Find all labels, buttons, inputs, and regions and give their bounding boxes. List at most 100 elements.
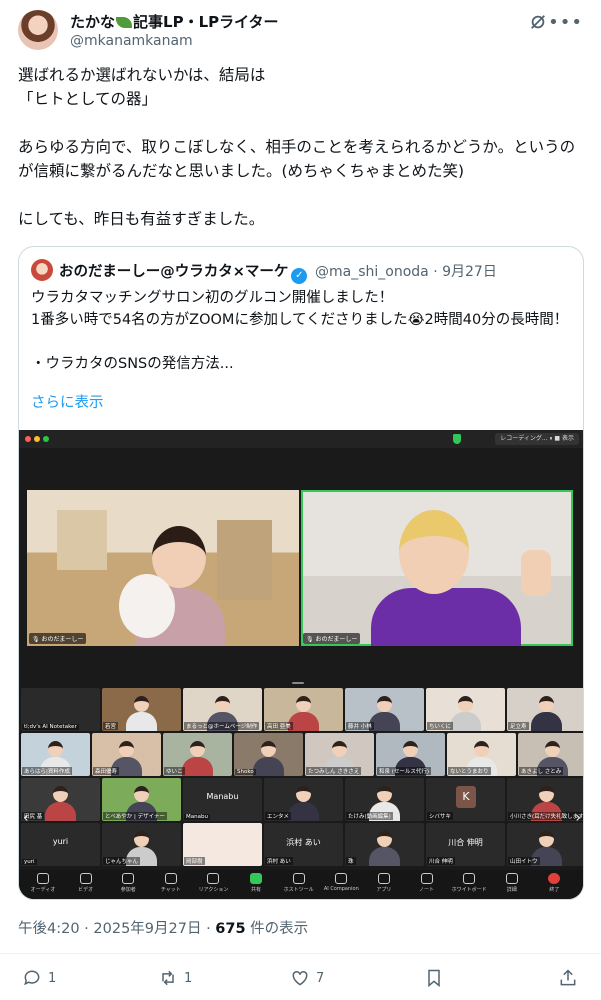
shelf-decoration [57, 510, 107, 570]
reply-count: 1 [48, 970, 57, 986]
toolbar-label: 終了 [549, 887, 560, 893]
toolbar-item[interactable]: 参加者 [110, 873, 146, 893]
participant-tile[interactable]: 足立寿 [507, 688, 583, 731]
zoom-screenshot[interactable]: レコーディング... ⏸ ■ 表示 🎙 おのだまーしー 🎙 おのだまーしー tl… [19, 430, 583, 899]
participant-label: 藤井 小林 [346, 722, 374, 730]
reply-icon [24, 970, 40, 986]
reply-button[interactable]: 1 [22, 964, 56, 992]
quote-line2: 1番多い時で54名の方がZOOMに参加してくださりました😭2時間40分の長時間！ [31, 312, 569, 328]
toolbar-item[interactable]: AI Companion [323, 873, 359, 892]
participant-body [530, 712, 562, 731]
like-button[interactable]: 7 [290, 964, 324, 992]
participant-tile[interactable]: 山田イトウ [507, 823, 583, 866]
participant-tile[interactable]: ちいくに [426, 688, 505, 731]
toolbar-item[interactable]: ノート [409, 873, 445, 893]
repost-button[interactable]: 1 [158, 964, 192, 992]
recording-indicator: レコーディング... ⏸ ■ 表示 [495, 433, 579, 445]
participant-tile[interactable]: 藤井 小林 [345, 688, 424, 731]
participant-name: 浜村 あい [286, 838, 321, 847]
resize-handle[interactable] [292, 682, 304, 684]
participant-tile[interactable]: とべあやか | デザイナー [102, 778, 181, 821]
participant-face [133, 786, 149, 802]
participant-tile[interactable]: ゆいこ [163, 733, 232, 776]
participant-tile[interactable]: 小川さき(耳だけ失礼致します) [507, 778, 583, 821]
toolbar-item[interactable]: 詳細 [494, 873, 530, 893]
speaker-1-label: 🎙 おのだまーしー [29, 633, 87, 644]
participant-tile[interactable]: あらはら|資料作成 [21, 733, 90, 776]
participant-tile[interactable]: 若宮 [102, 688, 181, 731]
toolbar-item[interactable]: ビデオ [68, 873, 104, 893]
toolbar-label: ホワイトボード [451, 887, 487, 893]
participant-tile[interactable]: 高田 亜美 [264, 688, 343, 731]
participant-tile[interactable]: エンタメ [264, 778, 343, 821]
participant-tile[interactable]: たけみ(動画編集) [345, 778, 424, 821]
participant-label: 川合 伸明 [427, 857, 455, 865]
divider [0, 953, 601, 954]
tweet-timestamp[interactable]: 午後4:20 · 2025年9月27日 · [18, 921, 215, 937]
tweet-header: たかな 記事LP・LPライター @mkanamkanam ••• [18, 10, 587, 54]
participant-tile[interactable]: 森田優寿 [92, 733, 161, 776]
participant-tile[interactable]: tl;dv's AI Notetaker [21, 688, 100, 731]
participant-tile[interactable]: Manabu Manabu [183, 778, 262, 821]
more-icon[interactable]: ••• [548, 12, 583, 33]
toolbar-icon [505, 873, 518, 884]
close-dot-icon [25, 436, 31, 442]
participant-tile[interactable]: 川合 伸明 川合 伸明 [426, 823, 505, 866]
share-button[interactable] [558, 964, 584, 992]
participant-tile[interactable]: まるっと@ホームページ制作 [183, 688, 262, 731]
participant-face [538, 831, 554, 847]
author-handle[interactable]: @mkanamkanam [70, 33, 193, 49]
toolbar-label: ビデオ [78, 887, 94, 893]
toolbar-item[interactable]: リアクション [195, 873, 231, 893]
toolbar-item[interactable]: アプリ [366, 873, 402, 893]
participant-tile[interactable]: 和泉 (セールス代行) [376, 733, 445, 776]
participant-tile[interactable]: Shoko [234, 733, 303, 776]
participant-label: あらはら|資料作成 [22, 767, 72, 775]
participant-body [181, 757, 213, 776]
participant-label: 森田優寿 [93, 767, 120, 775]
chevron-left-icon[interactable]: ‹ [23, 810, 29, 826]
participant-label: Shoko [235, 769, 256, 775]
participant-tile[interactable]: K シバサキ [426, 778, 505, 821]
participant-body [368, 847, 400, 866]
participant-tile[interactable]: yuri yuri [21, 823, 100, 866]
toolbar-item[interactable]: チャット [153, 873, 189, 893]
shelf-decoration [217, 520, 272, 600]
tweet-paragraph2: あらゆる方向で、取りこぼしなく、相手のことを考えられるかどうか。というのが信頼に… [18, 138, 576, 180]
author-avatar[interactable] [18, 10, 58, 50]
author-name[interactable]: たかな 記事LP・LPライター [70, 11, 279, 32]
toolbar-label: アプリ [376, 887, 392, 893]
participant-face [133, 696, 149, 712]
toolbar-item[interactable]: 終了 [536, 873, 572, 893]
bookmark-button[interactable] [424, 964, 450, 992]
participant-tile[interactable]: 珠 [345, 823, 424, 866]
grok-icon[interactable] [529, 13, 547, 31]
participant-face [214, 696, 230, 712]
participant-face [538, 786, 554, 802]
participant-label: Manabu [184, 814, 210, 820]
quoted-tweet[interactable]: おのだまーしー@ウラカタ×マーケ ✓ @ma_shi_onoda · 9月27日 … [18, 246, 584, 900]
toolbar-label: 共有 [251, 887, 262, 893]
view-count: 675 [215, 921, 246, 937]
toolbar-item[interactable]: 共有 [238, 873, 274, 893]
participant-tile[interactable]: 岡部樹 [183, 823, 262, 866]
participant-tile[interactable]: ないとうまおり [447, 733, 516, 776]
toolbar-item[interactable]: ホストツール [281, 873, 317, 893]
speaker-video-2: 🎙 おのだまーしー [301, 490, 573, 646]
participant-label: じゃんちゃん [103, 857, 141, 865]
participant-tile[interactable]: たつみしん さきさえ [305, 733, 374, 776]
participant-tile[interactable]: 田尻 基 [21, 778, 100, 821]
show-more-link[interactable]: さらに表示 [31, 391, 104, 412]
chevron-right-icon[interactable]: › [575, 810, 581, 826]
toolbar-label: オーディオ [30, 887, 56, 893]
toolbar-item[interactable]: オーディオ [25, 873, 61, 893]
participant-tile[interactable]: あきよし さとみ [518, 733, 583, 776]
toolbar-item[interactable]: ホワイトボード [451, 873, 487, 893]
participant-face [376, 786, 392, 802]
participant-label: 岡部樹 [184, 857, 205, 865]
participant-name: 川合 伸明 [448, 838, 483, 847]
participant-face [260, 741, 276, 757]
participant-tile[interactable]: 浜村 あい 浜村 あい [264, 823, 343, 866]
verified-icon: ✓ [291, 268, 308, 284]
participant-tile[interactable]: じゃんちゃん [102, 823, 181, 866]
